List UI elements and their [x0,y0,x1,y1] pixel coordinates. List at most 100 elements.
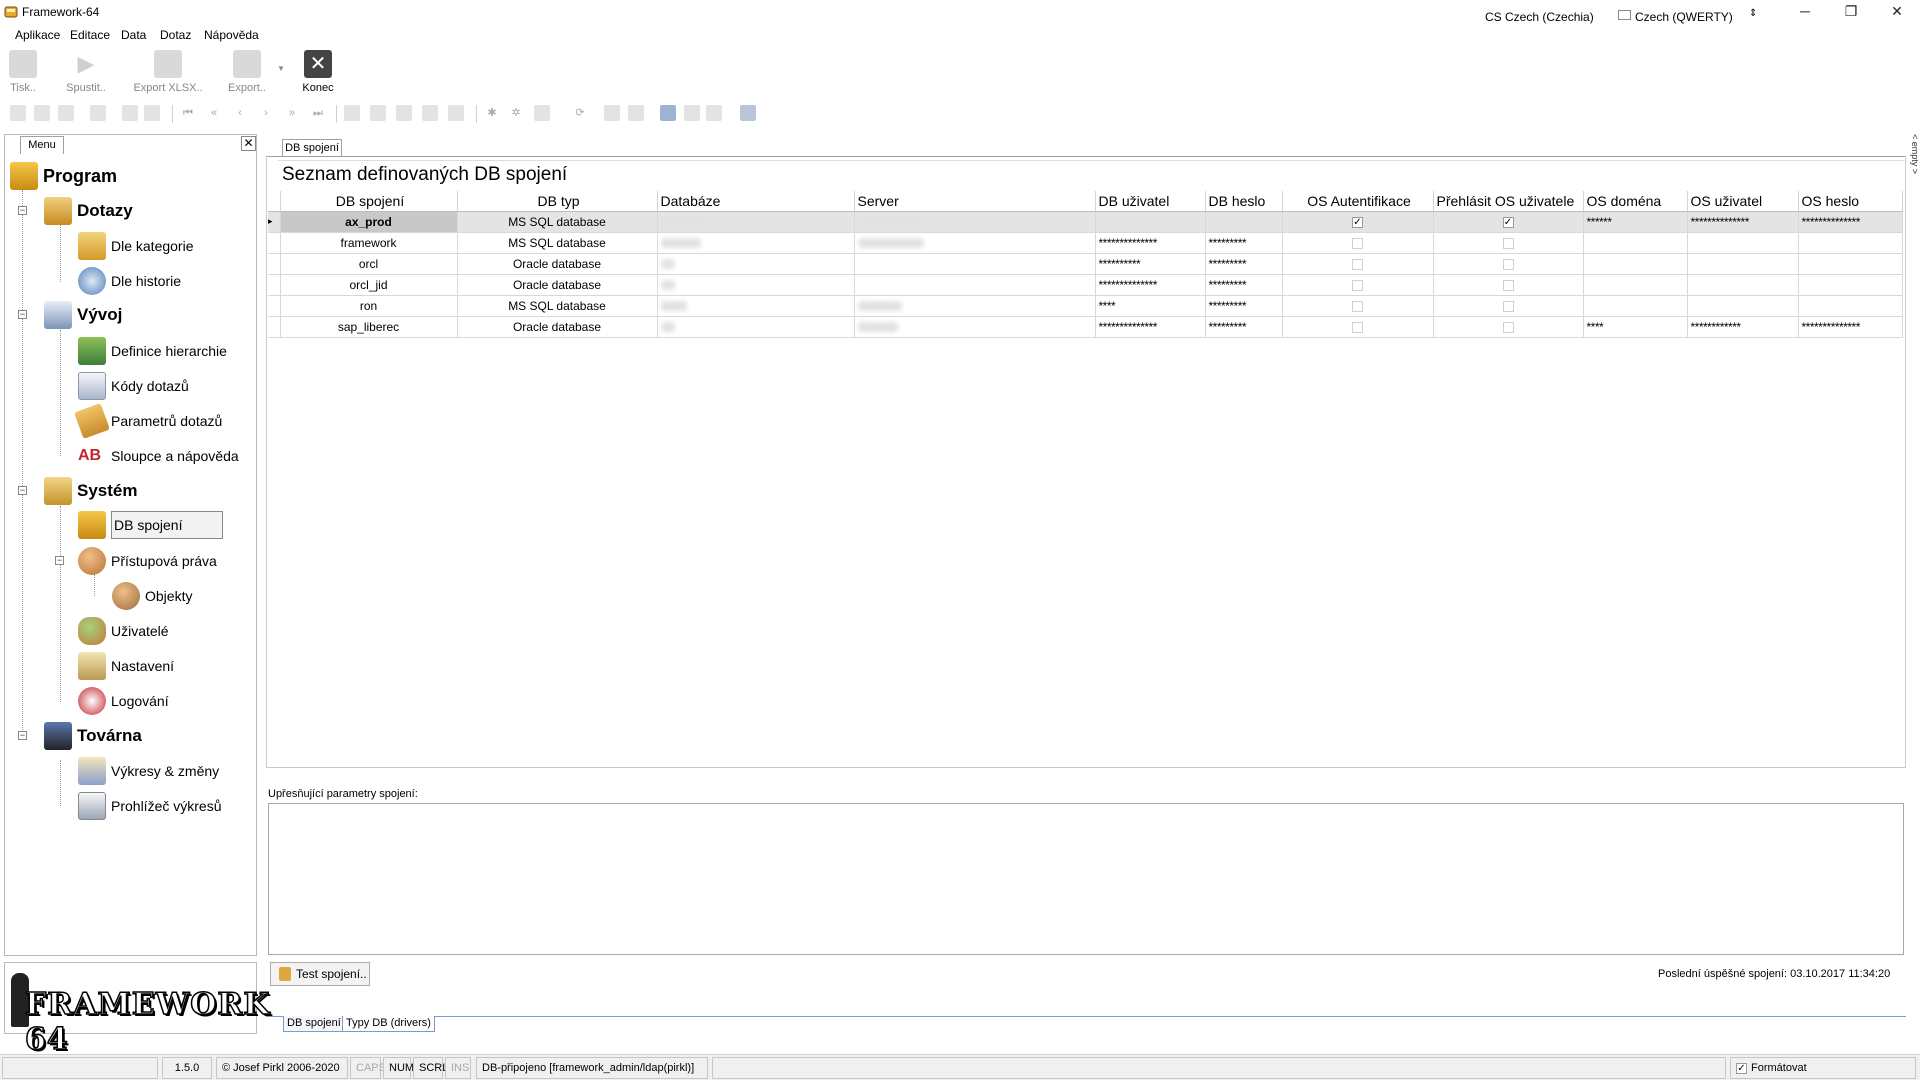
tree-node-kody-dotazu[interactable]: Kódy dotazů [78,371,189,401]
menu-aplikace[interactable]: Aplikace [15,28,60,42]
cell-os-heslo[interactable]: ************** [1798,316,1903,338]
os-auth-checkbox[interactable] [1352,279,1363,291]
edit-record-icon[interactable] [396,105,412,121]
image-icon[interactable] [660,105,676,121]
col-header-databaze[interactable]: Databáze [657,191,855,212]
cell-os-autentifikace[interactable] [1282,295,1434,317]
tree-node-parametry-dotazu[interactable]: Parametrů dotazů [74,403,222,439]
cell-db-typ[interactable]: Oracle database [457,274,658,296]
cell-os-autentifikace[interactable] [1282,232,1434,254]
col-header-db-spojeni[interactable]: DB spojení [280,191,458,212]
cell-db-spojeni[interactable]: orcl [280,253,458,275]
cell-db-typ[interactable]: MS SQL database [457,211,658,233]
cell-os-uzivatel[interactable] [1687,274,1799,296]
cell-db-spojeni[interactable]: ron [280,295,458,317]
tree-node-dotazy[interactable]: Dotazy [44,196,133,226]
indent-icon[interactable] [604,105,620,121]
tree-node-objekty[interactable]: Objekty [112,581,192,611]
cell-db-heslo[interactable]: ********* [1205,253,1283,275]
os-relogin-checkbox[interactable] [1502,279,1514,291]
prev-record-icon[interactable]: ‹ [232,105,248,121]
print-button[interactable]: Tisk.. [4,48,42,100]
next-page-icon[interactable]: » [284,105,300,121]
tree-node-sloupce-napoveda[interactable]: AB Sloupce a nápověda [78,441,239,471]
cell-db-uzivatel[interactable]: ************** [1095,274,1206,296]
refresh-icon[interactable]: ⟳ [572,105,588,121]
tree-node-program[interactable]: Program [10,161,117,191]
tree-node-system[interactable]: Systém [44,476,137,506]
os-auth-checkbox[interactable] [1352,237,1363,249]
cell-db-heslo[interactable]: ********* [1205,316,1283,338]
cell-db-spojeni[interactable]: orcl_jid [280,274,458,296]
side-panel-toggle[interactable]: < empty > [1906,134,1920,194]
collapse-tovarna-toggle[interactable]: − [18,731,27,740]
prev-page-icon[interactable]: « [206,105,222,121]
row-indicator[interactable] [268,316,281,338]
tree-node-vyvoj[interactable]: Vývoj [44,300,122,330]
cell-db-spojeni[interactable]: framework [280,232,458,254]
close-menu-button[interactable]: ✕ [241,136,256,151]
menu-tab[interactable]: Menu [20,136,64,154]
cell-db-uzivatel[interactable] [1095,211,1206,233]
cell-prehlasit-os-uzivatele[interactable] [1433,253,1584,275]
tree-node-vykresy-zmeny[interactable]: Výkresy & změny [78,756,219,786]
test-connection-button[interactable]: Test spojení.. [270,962,370,986]
table-row[interactable]: framework MS SQL database ************** **… [268,232,1903,254]
cell-prehlasit-os-uzivatele[interactable] [1433,274,1584,296]
table-row[interactable]: sap_liberec Oracle database **************… [268,316,1903,338]
check-icon[interactable] [684,105,700,121]
col-header-prehlasit-os-uzivatele[interactable]: Přehlásit OS uživatele [1433,191,1584,212]
last-record-icon[interactable]: ⏭ [310,105,326,121]
delete-record-icon[interactable] [370,105,386,121]
collapse-dotazy-toggle[interactable]: − [18,206,27,215]
grid-icon[interactable] [90,105,106,121]
insert-record-icon[interactable] [344,105,360,121]
cell-db-typ[interactable]: Oracle database [457,253,658,275]
cell-os-uzivatel[interactable] [1687,295,1799,317]
cell-databaze-redacted[interactable] [657,295,855,317]
cell-os-domena[interactable]: ****** [1583,211,1688,233]
cell-db-uzivatel[interactable]: **** [1095,295,1206,317]
params-textarea[interactable] [268,803,1904,955]
cell-server-redacted[interactable] [854,295,1096,317]
cell-db-spojeni[interactable]: ax_prod [280,211,458,233]
cell-server-redacted[interactable] [854,274,1096,296]
tree-node-dle-historie[interactable]: Dle historie [78,266,181,296]
tree-node-nastaveni[interactable]: Nastavení [78,651,174,681]
col-header-os-domena[interactable]: OS doména [1583,191,1688,212]
os-auth-checkbox[interactable] [1352,321,1363,333]
table-row[interactable]: orcl_jid Oracle database ************** ***… [268,274,1903,296]
cell-prehlasit-os-uzivatele[interactable]: ✓ [1433,211,1584,233]
cell-db-heslo[interactable]: ********* [1205,274,1283,296]
asterisk-icon[interactable]: ✱ [484,105,500,121]
cell-os-autentifikace[interactable] [1282,253,1434,275]
cell-os-domena[interactable]: **** [1583,316,1688,338]
cell-prehlasit-os-uzivatele[interactable] [1433,232,1584,254]
tree-node-definice-hierarchie[interactable]: Definice hierarchie [78,336,227,366]
cell-db-typ[interactable]: Oracle database [457,316,658,338]
tree-node-pristupova-prava[interactable]: Přístupová práva [78,546,217,576]
tree-node-db-spojeni[interactable]: DB spojení [78,510,224,540]
cell-os-domena[interactable] [1583,274,1688,296]
cut-icon[interactable] [10,105,26,121]
cell-os-heslo[interactable] [1798,295,1903,317]
cell-os-heslo[interactable] [1798,274,1903,296]
cell-os-heslo[interactable]: ************** [1798,211,1903,233]
os-auth-checkbox[interactable]: ✓ [1352,216,1363,228]
filter-icon[interactable] [534,105,550,121]
find-icon[interactable] [122,105,138,121]
os-relogin-checkbox[interactable] [1502,300,1514,312]
menu-napoveda[interactable]: Nápověda [204,28,259,42]
cell-databaze-redacted[interactable] [657,274,855,296]
settings-icon[interactable] [740,105,756,121]
tab-db-spojeni[interactable]: DB spojení [282,139,342,156]
cell-server-redacted[interactable] [854,232,1096,254]
minimize-button[interactable]: ─ [1782,0,1828,24]
collapse-system-toggle[interactable]: − [18,486,27,495]
col-header-db-uzivatel[interactable]: DB uživatel [1095,191,1206,212]
cell-db-heslo[interactable] [1205,211,1283,233]
cancel-edit-icon[interactable] [448,105,464,121]
bottom-tab-typy-db[interactable]: Typy DB (drivers) [342,1016,435,1032]
table-row[interactable]: ▸ ax_prod MS SQL database ✓ ✓ ****** *********… [268,211,1903,233]
collapse-pristupova-prava-toggle[interactable]: − [55,556,64,565]
